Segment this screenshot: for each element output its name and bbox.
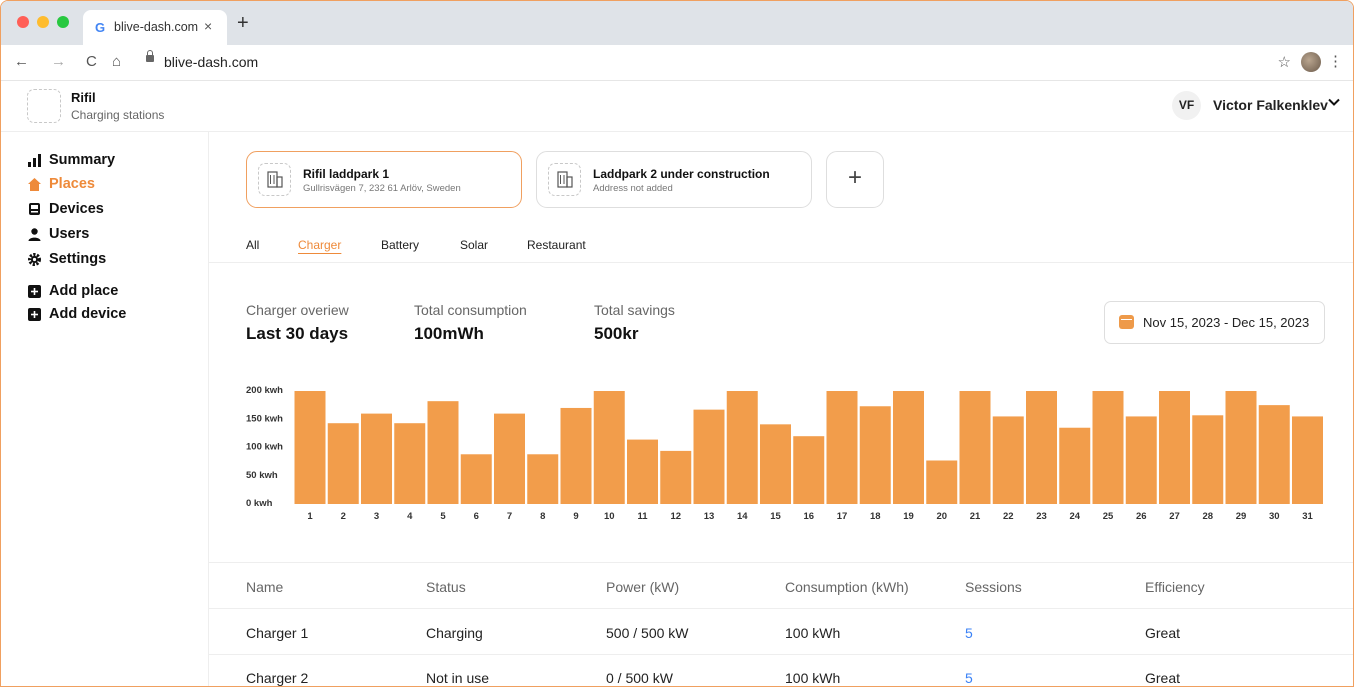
table-row-divider — [209, 654, 1353, 655]
x-tick-label: 17 — [837, 511, 848, 522]
browser-window: G blive-dash.com × + ← → C ⌂ blive-dash.… — [0, 0, 1354, 687]
x-tick-label: 31 — [1302, 511, 1313, 522]
x-tick-label: 16 — [803, 511, 814, 522]
x-tick-label: 21 — [970, 511, 981, 522]
x-tick-label: 3 — [374, 511, 379, 522]
chart-bar[interactable] — [627, 439, 658, 504]
y-tick-label: 200 kwh — [246, 385, 283, 396]
x-tick-label: 28 — [1202, 511, 1213, 522]
cell-efficiency: Great — [1145, 625, 1181, 641]
x-tick-label: 8 — [540, 511, 545, 522]
table-row-divider — [209, 608, 1353, 609]
chart-bar[interactable] — [1125, 416, 1157, 504]
cell-consumption: 100 kWh — [785, 670, 841, 686]
cell-sessions-link[interactable]: 5 — [965, 670, 973, 686]
x-tick-label: 7 — [507, 511, 512, 522]
x-tick-label: 26 — [1136, 511, 1147, 522]
chart-bar[interactable] — [1092, 391, 1124, 504]
chart-bar[interactable] — [992, 416, 1024, 504]
cell-efficiency: Great — [1145, 670, 1181, 686]
chart-bar[interactable] — [1225, 391, 1257, 504]
chart-bar[interactable] — [693, 409, 725, 504]
x-tick-label: 5 — [440, 511, 446, 522]
chart-bar[interactable] — [1192, 415, 1224, 504]
chart-bar[interactable] — [826, 391, 858, 504]
cell-power: 0 / 500 kW — [606, 670, 673, 686]
x-tick-label: 23 — [1036, 511, 1047, 522]
x-tick-label: 24 — [1069, 511, 1080, 522]
chart-bar[interactable] — [1258, 405, 1290, 504]
chart-bar[interactable] — [859, 406, 891, 504]
x-tick-label: 18 — [870, 511, 881, 522]
chart-bar[interactable] — [560, 407, 592, 504]
x-tick-label: 4 — [407, 511, 413, 522]
chart-bar[interactable] — [959, 391, 991, 504]
chart-bar[interactable] — [527, 454, 559, 504]
chart-bar[interactable] — [361, 413, 392, 504]
x-tick-label: 29 — [1236, 511, 1247, 522]
x-tick-label: 14 — [737, 511, 748, 522]
cell-consumption: 100 kWh — [785, 625, 841, 641]
chart-bar[interactable] — [893, 391, 924, 504]
daily-consumption-chart: 200 kwh150 kwh100 kwh50 kwh0 kwh1 2 3 4 5 6 7 8… — [246, 385, 1323, 522]
chart-bar[interactable] — [494, 413, 525, 504]
chart-bar[interactable] — [926, 460, 958, 504]
chart-bar[interactable] — [1059, 427, 1091, 504]
chart-bar[interactable] — [593, 391, 625, 504]
cell-status: Not in use — [426, 670, 490, 686]
x-tick-label: 22 — [1003, 511, 1014, 522]
cell-name: Charger 2 — [246, 670, 309, 686]
y-tick-label: 0 kwh — [246, 498, 273, 509]
cell-power: 500 / 500 kW — [606, 625, 689, 641]
x-tick-label: 11 — [637, 511, 648, 522]
x-tick-label: 15 — [770, 511, 781, 522]
chart-bar[interactable] — [726, 391, 758, 504]
chart-bar[interactable] — [460, 454, 492, 504]
x-tick-label: 27 — [1169, 511, 1180, 522]
column-header-sessions[interactable]: Sessions — [965, 579, 1022, 595]
cell-status: Charging — [426, 625, 483, 641]
x-tick-label: 20 — [936, 511, 947, 522]
chart-bar[interactable] — [1292, 416, 1323, 504]
cell-name: Charger 1 — [246, 625, 309, 641]
chart-bar[interactable] — [394, 423, 426, 504]
chart-bar[interactable] — [1026, 391, 1057, 504]
x-tick-label: 30 — [1269, 511, 1280, 522]
column-header-name[interactable]: Name — [246, 579, 283, 595]
column-header-efficiency[interactable]: Efficiency — [1145, 579, 1205, 595]
x-tick-label: 10 — [604, 511, 615, 522]
chart-bar[interactable] — [294, 391, 326, 504]
column-header-consumption[interactable]: Consumption (kWh) — [785, 579, 909, 595]
x-tick-label: 13 — [704, 511, 715, 522]
chart-bar[interactable] — [793, 436, 825, 504]
column-header-power[interactable]: Power (kW) — [606, 579, 679, 595]
x-tick-label: 25 — [1103, 511, 1114, 522]
chart-bar[interactable] — [327, 423, 359, 504]
x-tick-label: 6 — [474, 511, 479, 522]
x-tick-label: 12 — [670, 511, 681, 522]
x-tick-label: 19 — [903, 511, 914, 522]
chart-bar[interactable] — [760, 424, 791, 504]
x-tick-label: 9 — [573, 511, 578, 522]
y-tick-label: 50 kwh — [246, 470, 278, 481]
cell-sessions-link[interactable]: 5 — [965, 625, 973, 641]
column-header-status[interactable]: Status — [426, 579, 466, 595]
x-tick-label: 2 — [341, 511, 346, 522]
chart-bar[interactable] — [1159, 391, 1190, 504]
y-tick-label: 150 kwh — [246, 413, 283, 424]
y-tick-label: 100 kwh — [246, 442, 283, 453]
chart-divider — [209, 562, 1353, 563]
chart-bar[interactable] — [660, 450, 692, 504]
chart-bar[interactable] — [427, 401, 459, 504]
x-tick-label: 1 — [307, 511, 313, 522]
